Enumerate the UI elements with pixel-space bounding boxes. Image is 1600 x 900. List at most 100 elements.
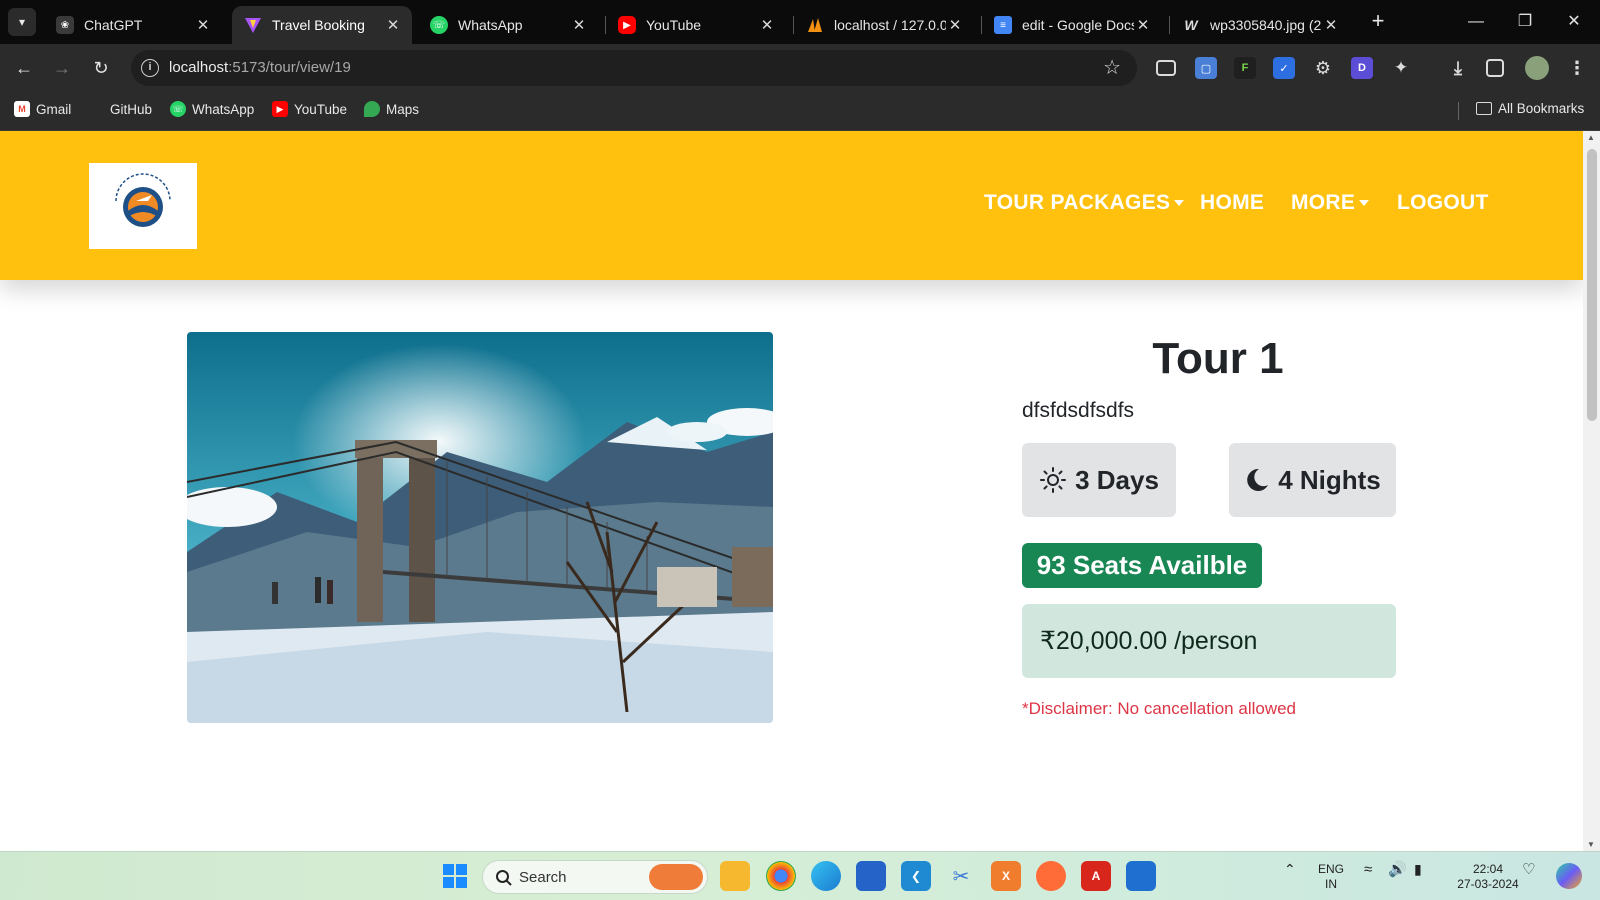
tab-google-docs[interactable]: ≡ edit - Google Docs ✕ — [982, 6, 1162, 44]
search-highlight-icon — [649, 864, 703, 890]
url-host: localhost — [169, 59, 229, 76]
site-navbar: TOUR PACKAGES HOME MORE LOGOUT — [0, 131, 1583, 280]
close-tab-icon[interactable]: ✕ — [194, 16, 212, 34]
volume-icon[interactable]: 🔊 — [1388, 862, 1407, 877]
nav-more[interactable]: MORE — [1291, 191, 1370, 215]
extension-blue-icon[interactable]: ▢ — [1195, 57, 1217, 79]
extension-f-icon[interactable]: F — [1234, 57, 1256, 79]
disclaimer-text: *Disclaimer: No cancellation allowed — [1022, 699, 1297, 718]
close-tab-icon[interactable]: ✕ — [570, 16, 588, 34]
nav-home[interactable]: HOME — [1200, 191, 1264, 215]
close-tab-icon[interactable]: ✕ — [758, 16, 776, 34]
tab-whatsapp[interactable]: ☏ WhatsApp ✕ — [418, 6, 598, 44]
nav-tour-packages[interactable]: TOUR PACKAGES — [984, 191, 1185, 215]
photos-icon[interactable] — [1126, 861, 1156, 891]
snipping-tool-icon[interactable]: ✂ — [946, 861, 976, 891]
close-window-button[interactable]: ✕ — [1554, 8, 1594, 36]
extension-gear-icon[interactable]: ⚙ — [1312, 57, 1334, 79]
extensions-puzzle-icon[interactable]: ✦ — [1390, 57, 1412, 79]
show-hidden-icons-icon[interactable]: ⌃ — [1284, 862, 1296, 877]
clock[interactable]: 22:04 27-03-2024 — [1446, 862, 1530, 892]
address-url[interactable]: localhost:5173/tour/view/19 — [169, 59, 351, 76]
scrollbar-thumb[interactable] — [1587, 149, 1597, 421]
tab-title: edit - Google Docs — [1022, 17, 1134, 33]
xampp-icon[interactable]: X — [991, 861, 1021, 891]
bookmark-label: WhatsApp — [192, 101, 255, 117]
bookmark-star-icon[interactable]: ☆ — [1103, 55, 1121, 80]
scroll-up-icon[interactable]: ▲ — [1587, 133, 1595, 142]
all-bookmarks-label: All Bookmarks — [1498, 101, 1585, 116]
downloads-icon[interactable]: ⤓ — [1447, 57, 1469, 79]
tab-youtube[interactable]: ▶ YouTube ✕ — [606, 6, 786, 44]
minimize-button[interactable]: — — [1456, 8, 1496, 36]
bookmark-gmail[interactable]: M Gmail — [14, 101, 71, 117]
close-tab-icon[interactable]: ✕ — [946, 16, 964, 34]
tab-search-button[interactable]: ▾ — [8, 8, 36, 36]
site-info-icon[interactable]: i — [141, 59, 159, 77]
nav-tour-packages-label: TOUR PACKAGES — [984, 191, 1171, 214]
tab-travel-booking[interactable]: Travel Booking ✕ — [232, 6, 412, 44]
windows-start-icon[interactable] — [440, 861, 470, 891]
close-tab-icon[interactable]: ✕ — [1134, 16, 1152, 34]
taskbar-search-label: Search — [519, 869, 567, 886]
language-code: ENG — [1318, 862, 1345, 876]
tab-title: localhost / 127.0.0.1 — [834, 17, 946, 33]
tour-title: Tour 1 — [1152, 334, 1284, 383]
tab-localhost[interactable]: localhost / 127.0.0.1 ✕ — [794, 6, 974, 44]
bookmarks-bar: M Gmail GitHub ☏ WhatsApp ▶ YouTube Maps… — [0, 91, 1600, 131]
screen-capture-icon[interactable] — [1156, 60, 1176, 76]
bookmark-youtube[interactable]: ▶ YouTube — [272, 101, 347, 117]
chrome-icon[interactable] — [766, 861, 796, 891]
profile-avatar[interactable] — [1525, 56, 1549, 80]
nav-logout[interactable]: LOGOUT — [1397, 191, 1489, 215]
close-tab-icon[interactable]: ✕ — [384, 16, 402, 34]
tab-wallpaper-image[interactable]: W wp3305840.jpg (2560 ✕ — [1170, 6, 1350, 44]
tab-chatgpt[interactable]: ❀ ChatGPT ✕ — [44, 6, 222, 44]
edge-icon[interactable] — [811, 861, 841, 891]
vscode-icon[interactable]: ❮ — [901, 861, 931, 891]
scroll-down-icon[interactable]: ▼ — [1587, 840, 1595, 849]
moon-icon — [1244, 467, 1270, 493]
sun-icon — [1039, 466, 1067, 494]
restore-button[interactable]: ❐ — [1505, 8, 1545, 36]
wifi-icon[interactable]: ≈ — [1364, 862, 1372, 877]
notifications-icon[interactable]: ♡ — [1522, 862, 1535, 877]
back-button[interactable]: ← — [12, 56, 36, 80]
bookmark-whatsapp[interactable]: ☏ WhatsApp — [170, 101, 254, 117]
gmail-icon: M — [14, 101, 30, 117]
close-tab-icon[interactable]: ✕ — [1322, 16, 1340, 34]
forward-button[interactable]: → — [50, 56, 74, 80]
price-value: ₹20,000.00 /person — [1040, 627, 1258, 655]
file-explorer-icon[interactable] — [720, 861, 750, 891]
battery-icon[interactable]: ▮ — [1414, 862, 1422, 877]
address-bar[interactable]: i localhost:5173/tour/view/19 ☆ — [131, 50, 1137, 86]
extension-check-icon[interactable]: ✓ — [1273, 57, 1295, 79]
travel-buddy-logo[interactable] — [89, 163, 197, 249]
page-scrollbar[interactable]: ▲ ▼ — [1583, 131, 1600, 851]
bookmark-maps[interactable]: Maps — [364, 101, 419, 117]
language-indicator[interactable]: ENG IN — [1318, 862, 1344, 892]
copilot-icon[interactable] — [1556, 863, 1582, 889]
phpmyadmin-icon — [806, 16, 824, 34]
tab-title: WhatsApp — [458, 17, 523, 33]
bookmark-github[interactable]: GitHub — [88, 101, 152, 117]
browser-menu-icon[interactable]: ⋮ — [1566, 57, 1588, 79]
taskbar-search[interactable]: Search — [482, 860, 708, 894]
microsoft-store-icon[interactable] — [856, 861, 886, 891]
postman-icon[interactable] — [1036, 861, 1066, 891]
reload-button[interactable]: ↻ — [89, 56, 113, 80]
whatsapp-icon: ☏ — [170, 101, 186, 117]
clock-time: 22:04 — [1472, 862, 1504, 876]
all-bookmarks-button[interactable]: All Bookmarks — [1476, 101, 1584, 116]
bookmark-label: Gmail — [36, 101, 72, 117]
new-tab-button[interactable]: + — [1366, 10, 1390, 34]
tab-title: YouTube — [646, 17, 702, 33]
tab-title: Travel Booking — [272, 17, 365, 33]
whatsapp-icon: ☏ — [430, 16, 448, 34]
maps-icon — [364, 101, 380, 117]
acrobat-icon[interactable]: A — [1081, 861, 1111, 891]
google-docs-icon: ≡ — [994, 16, 1012, 34]
bookmark-label: Maps — [386, 101, 420, 117]
side-panel-icon[interactable] — [1486, 59, 1504, 77]
extension-d-icon[interactable]: D — [1351, 57, 1373, 79]
